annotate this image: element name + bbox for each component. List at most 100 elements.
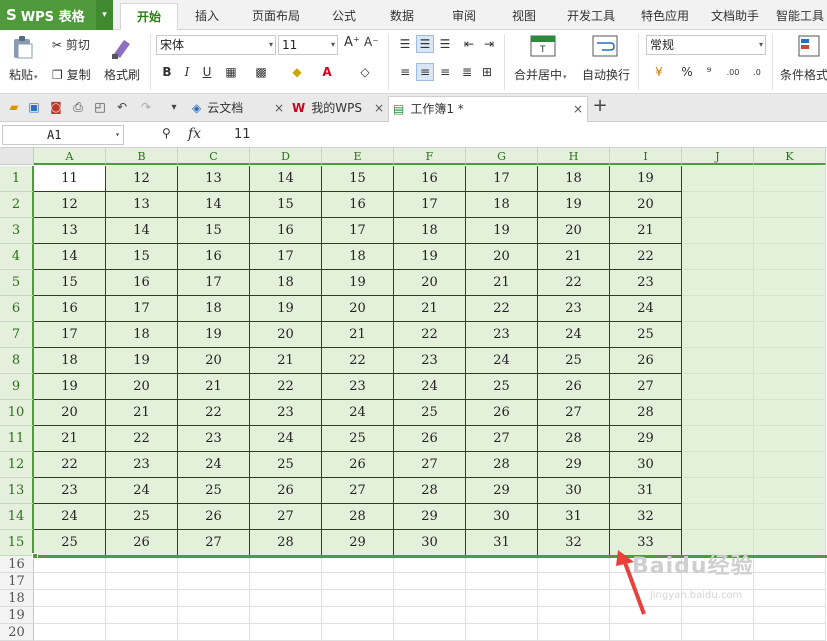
- row-header[interactable]: 5: [0, 270, 34, 296]
- data-cell[interactable]: 31: [538, 504, 610, 530]
- empty-cell[interactable]: [466, 556, 538, 573]
- empty-cell[interactable]: [322, 624, 394, 641]
- selected-empty-cell[interactable]: [682, 192, 754, 218]
- data-cell[interactable]: 23: [538, 296, 610, 322]
- data-cell[interactable]: 13: [106, 192, 178, 218]
- data-cell[interactable]: 24: [466, 348, 538, 374]
- data-cell[interactable]: 22: [106, 426, 178, 452]
- column-header[interactable]: D: [250, 148, 322, 165]
- selected-empty-cell[interactable]: [682, 478, 754, 504]
- column-header[interactable]: A: [34, 148, 106, 165]
- shrink-font-button[interactable]: A⁻: [364, 35, 379, 49]
- column-header[interactable]: G: [466, 148, 538, 165]
- data-cell[interactable]: 21: [178, 374, 250, 400]
- selected-empty-cell[interactable]: [754, 530, 826, 556]
- name-box[interactable]: A1 ▾: [2, 125, 124, 145]
- data-cell[interactable]: 21: [34, 426, 106, 452]
- menu-tab[interactable]: 文档助手: [700, 0, 770, 30]
- data-cell[interactable]: 19: [178, 322, 250, 348]
- app-menu-dropdown[interactable]: ▾: [96, 0, 113, 30]
- selected-empty-cell[interactable]: [682, 166, 754, 192]
- data-cell[interactable]: 21: [466, 270, 538, 296]
- selected-empty-cell[interactable]: [754, 296, 826, 322]
- empty-cell[interactable]: [178, 607, 250, 624]
- data-cell[interactable]: 27: [394, 452, 466, 478]
- data-cell[interactable]: 26: [466, 400, 538, 426]
- empty-cell[interactable]: [178, 573, 250, 590]
- empty-cell[interactable]: [322, 607, 394, 624]
- empty-cell[interactable]: [610, 624, 682, 641]
- empty-cell[interactable]: [106, 573, 178, 590]
- menu-tab[interactable]: 智能工具: [770, 0, 827, 30]
- data-cell[interactable]: 31: [610, 478, 682, 504]
- data-cell[interactable]: 30: [538, 478, 610, 504]
- paste-button[interactable]: 粘贴▾: [9, 66, 38, 83]
- data-cell[interactable]: 19: [394, 244, 466, 270]
- data-cell[interactable]: 19: [610, 166, 682, 192]
- data-cell[interactable]: 28: [538, 426, 610, 452]
- data-cell[interactable]: 15: [106, 244, 178, 270]
- row-header[interactable]: 16: [0, 556, 34, 573]
- empty-cell[interactable]: [34, 556, 106, 573]
- selected-empty-cell[interactable]: [754, 504, 826, 530]
- data-cell[interactable]: 19: [538, 192, 610, 218]
- row-header[interactable]: 1: [0, 166, 34, 192]
- data-cell[interactable]: 26: [610, 348, 682, 374]
- zoom-lookup-icon[interactable]: ⚲: [162, 126, 171, 140]
- font-color-icon[interactable]: A: [318, 63, 336, 81]
- conditional-format-icon[interactable]: [798, 34, 820, 61]
- data-cell[interactable]: 28: [250, 530, 322, 556]
- data-cell[interactable]: 14: [250, 166, 322, 192]
- data-cell[interactable]: 21: [538, 244, 610, 270]
- align-center-icon[interactable]: ≡: [416, 63, 434, 81]
- empty-cell[interactable]: [34, 607, 106, 624]
- data-cell[interactable]: 25: [610, 322, 682, 348]
- data-cell[interactable]: 27: [538, 400, 610, 426]
- empty-cell[interactable]: [466, 590, 538, 607]
- column-header[interactable]: E: [322, 148, 394, 165]
- number-format-select[interactable]: 常规 ▾: [646, 35, 766, 55]
- data-cell[interactable]: 22: [394, 322, 466, 348]
- data-cell[interactable]: 27: [610, 374, 682, 400]
- data-cell[interactable]: 18: [106, 322, 178, 348]
- data-cell[interactable]: 24: [322, 400, 394, 426]
- data-cell[interactable]: 25: [538, 348, 610, 374]
- row-header[interactable]: 12: [0, 452, 34, 478]
- empty-cell[interactable]: [34, 590, 106, 607]
- selected-empty-cell[interactable]: [754, 348, 826, 374]
- data-cell[interactable]: 15: [178, 218, 250, 244]
- menu-tab[interactable]: 特色应用: [630, 0, 700, 30]
- empty-cell[interactable]: [754, 607, 826, 624]
- column-header[interactable]: I: [610, 148, 682, 165]
- conditional-format-button[interactable]: 条件格式: [780, 66, 827, 83]
- selected-empty-cell[interactable]: [754, 192, 826, 218]
- save-icon[interactable]: ▣: [26, 99, 42, 115]
- grow-font-button[interactable]: A⁺: [344, 35, 360, 50]
- data-cell[interactable]: 20: [178, 348, 250, 374]
- data-cell[interactable]: 14: [106, 218, 178, 244]
- selected-empty-cell[interactable]: [682, 322, 754, 348]
- select-all-corner[interactable]: [0, 148, 34, 165]
- data-cell[interactable]: 24: [34, 504, 106, 530]
- data-cell[interactable]: 28: [322, 504, 394, 530]
- data-cell[interactable]: 17: [178, 270, 250, 296]
- data-cell[interactable]: 26: [250, 478, 322, 504]
- data-cell[interactable]: 23: [466, 322, 538, 348]
- new-tab-icon[interactable]: +: [592, 95, 608, 116]
- data-cell[interactable]: 16: [322, 192, 394, 218]
- data-cell[interactable]: 23: [394, 348, 466, 374]
- empty-cell[interactable]: [682, 624, 754, 641]
- italic-button[interactable]: I: [178, 63, 196, 81]
- print-preview-icon[interactable]: ◰: [92, 99, 108, 115]
- data-cell[interactable]: 23: [34, 478, 106, 504]
- row-header[interactable]: 3: [0, 218, 34, 244]
- data-cell[interactable]: 19: [322, 270, 394, 296]
- data-cell[interactable]: 21: [610, 218, 682, 244]
- decrease-indent-icon[interactable]: ⇤: [460, 35, 478, 53]
- empty-cell[interactable]: [754, 624, 826, 641]
- font-size-select[interactable]: 11 ▾: [278, 35, 338, 55]
- selected-empty-cell[interactable]: [754, 218, 826, 244]
- data-cell[interactable]: 20: [322, 296, 394, 322]
- data-cell[interactable]: 21: [250, 348, 322, 374]
- document-tab[interactable]: W 我的WPS ×: [288, 96, 388, 122]
